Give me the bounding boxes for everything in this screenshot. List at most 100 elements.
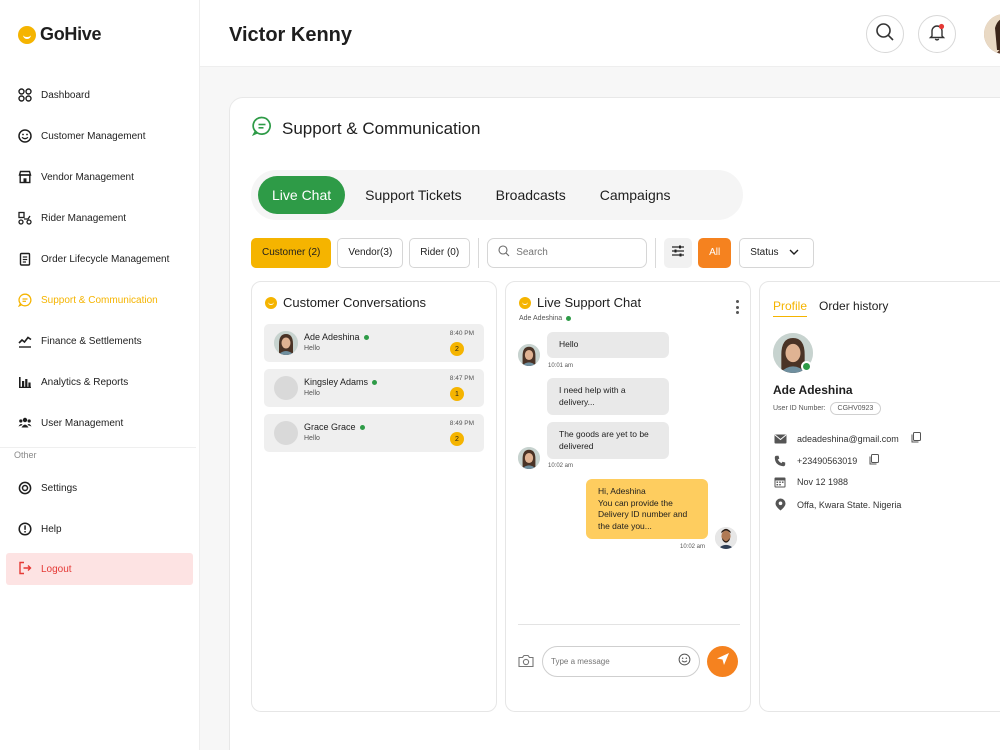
tab-support-tickets[interactable]: Support Tickets: [351, 176, 476, 214]
camera-icon[interactable]: [518, 654, 534, 673]
chat-message-incoming: I need help with a delivery...: [547, 378, 669, 415]
smiley-badge-icon: [519, 296, 531, 309]
avatar: [274, 331, 298, 355]
clipboard-icon: [18, 252, 32, 266]
sidebar-item-settings[interactable]: Settings: [18, 478, 77, 498]
tab-live-chat[interactable]: Live Chat: [258, 176, 346, 214]
sidebar-item-label: Settings: [41, 482, 78, 494]
filter-bar: Customer (2) Vendor(3) Rider (0) All Sta…: [251, 237, 814, 268]
live-chat-panel: Live Support Chat Ade Adeshina Hello 10:…: [505, 281, 751, 712]
agent-avatar: [715, 527, 737, 549]
filter-vendor-chip[interactable]: Vendor(3): [337, 237, 404, 268]
filter-customer-chip[interactable]: Customer (2): [251, 237, 332, 268]
conversation-item[interactable]: Ade Adeshina Hello 8:40 PM 2: [264, 324, 484, 362]
page-title: Support & Communication: [282, 118, 481, 138]
conversation-name: Grace Grace: [304, 422, 365, 432]
sidebar-item-customer-management[interactable]: Customer Management: [18, 126, 146, 146]
more-options-icon[interactable]: [736, 300, 740, 314]
sidebar-item-label: User Management: [41, 417, 124, 429]
conversation-name: Ade Adeshina: [304, 332, 369, 342]
chevron-down-icon: [789, 247, 799, 258]
store-icon: [18, 170, 32, 184]
unread-badge: 1: [450, 387, 464, 401]
sidebar-item-vendor-management[interactable]: Vendor Management: [18, 167, 134, 187]
search-button[interactable]: [866, 15, 904, 53]
emoji-icon[interactable]: [678, 653, 691, 671]
filter-rider-chip[interactable]: Rider (0): [409, 237, 471, 268]
sidebar-item-label: Customer Management: [41, 130, 146, 142]
profile-dob-row: Nov 12 1988: [773, 476, 848, 488]
tab-profile[interactable]: Profile: [773, 299, 808, 317]
filter-divider: [478, 237, 480, 268]
search-input[interactable]: [516, 247, 637, 258]
smiley-badge-icon: [265, 296, 277, 309]
conversation-time: 8:40 PM: [449, 330, 474, 337]
sidebar-item-finance-settlements[interactable]: Finance & Settlements: [18, 331, 142, 351]
sidebar-item-user-management[interactable]: User Management: [18, 413, 123, 433]
avatar: [274, 376, 298, 400]
message-timestamp: 10:01 am: [548, 363, 574, 369]
online-indicator: [372, 379, 378, 385]
sidebar-item-order-lifecycle[interactable]: Order Lifecycle Management: [18, 249, 169, 269]
message-timestamp: 10:02 am: [548, 463, 574, 469]
sidebar-item-help[interactable]: Help: [18, 519, 62, 539]
send-button[interactable]: [707, 646, 738, 677]
tab-campaigns[interactable]: Campaigns: [586, 176, 685, 214]
sidebar-item-label: Vendor Management: [41, 171, 134, 183]
chat-message-incoming: The goods are yet to be delivered: [547, 422, 669, 459]
dashboard-icon: [18, 88, 32, 102]
message-input[interactable]: [551, 657, 671, 666]
chat-icon: [251, 116, 272, 141]
status-dropdown[interactable]: Status: [739, 237, 814, 268]
tab-order-history[interactable]: Order history: [819, 299, 888, 317]
phone-icon: [773, 455, 787, 467]
conversation-name: Kingsley Adams: [304, 377, 378, 387]
profile-phone-row: +23490563019: [773, 454, 880, 467]
scooter-icon: [18, 211, 32, 225]
sidebar-item-label: Analytics & Reports: [41, 376, 129, 388]
copy-icon[interactable]: [911, 432, 921, 445]
sidebar-item-rider-management[interactable]: Rider Management: [18, 208, 126, 228]
logout-icon: [18, 561, 32, 578]
help-icon: [18, 522, 32, 536]
search-icon: [875, 22, 895, 47]
sidebar: GoHive Dashboard Customer Management Ven…: [0, 0, 200, 750]
logout-button[interactable]: Logout: [6, 553, 193, 585]
copy-icon[interactable]: [869, 454, 880, 467]
filter-settings-button[interactable]: [664, 237, 693, 268]
bar-chart-icon: [18, 375, 32, 389]
profile-user-id: User ID Number: CGHV0923: [773, 402, 882, 415]
sidebar-divider: [0, 447, 196, 448]
conversation-item[interactable]: Kingsley Adams Hello 8:47 PM 1: [264, 369, 484, 407]
sidebar-item-support-communication[interactable]: Support & Communication: [18, 290, 158, 310]
notifications-button[interactable]: [918, 15, 956, 53]
sliders-icon: [671, 244, 685, 262]
online-indicator: [359, 424, 365, 430]
sidebar-item-label: Rider Management: [41, 212, 127, 224]
brand-logo[interactable]: GoHive: [18, 24, 102, 45]
sidebar-item-label: Dashboard: [41, 89, 90, 101]
tab-broadcasts[interactable]: Broadcasts: [482, 176, 580, 214]
chat-contact: Ade Adeshina: [519, 315, 572, 322]
conversations-header: Customer Conversations: [265, 295, 426, 310]
users-icon: [18, 416, 32, 430]
sidebar-item-analytics-reports[interactable]: Analytics & Reports: [18, 372, 128, 392]
profile-tabs: Profile Order history: [773, 299, 888, 317]
logout-label: Logout: [41, 563, 72, 575]
main-tabs: Live Chat Support Tickets Broadcasts Cam…: [251, 170, 743, 220]
sidebar-item-dashboard[interactable]: Dashboard: [18, 85, 90, 105]
gohive-logo-icon: [18, 25, 36, 44]
unread-badge: 2: [450, 432, 464, 446]
all-filter-button[interactable]: All: [698, 237, 732, 268]
user-avatar[interactable]: [984, 14, 1000, 54]
conversation-item[interactable]: Grace Grace Hello 8:49 PM 2: [264, 414, 484, 452]
support-card: Support & Communication Live Chat Suppor…: [229, 97, 1000, 750]
chat-message-outgoing: Hi, Adeshina You can provide the Deliver…: [586, 479, 708, 539]
conversation-time: 8:47 PM: [449, 375, 474, 382]
calendar-icon: [773, 476, 787, 488]
profile-dob: Nov 12 1988: [797, 477, 849, 487]
finance-icon: [18, 334, 32, 348]
chat-message-incoming: Hello: [547, 332, 669, 358]
conversations-title: Customer Conversations: [283, 295, 427, 310]
sidebar-section-label: Other: [14, 450, 37, 460]
